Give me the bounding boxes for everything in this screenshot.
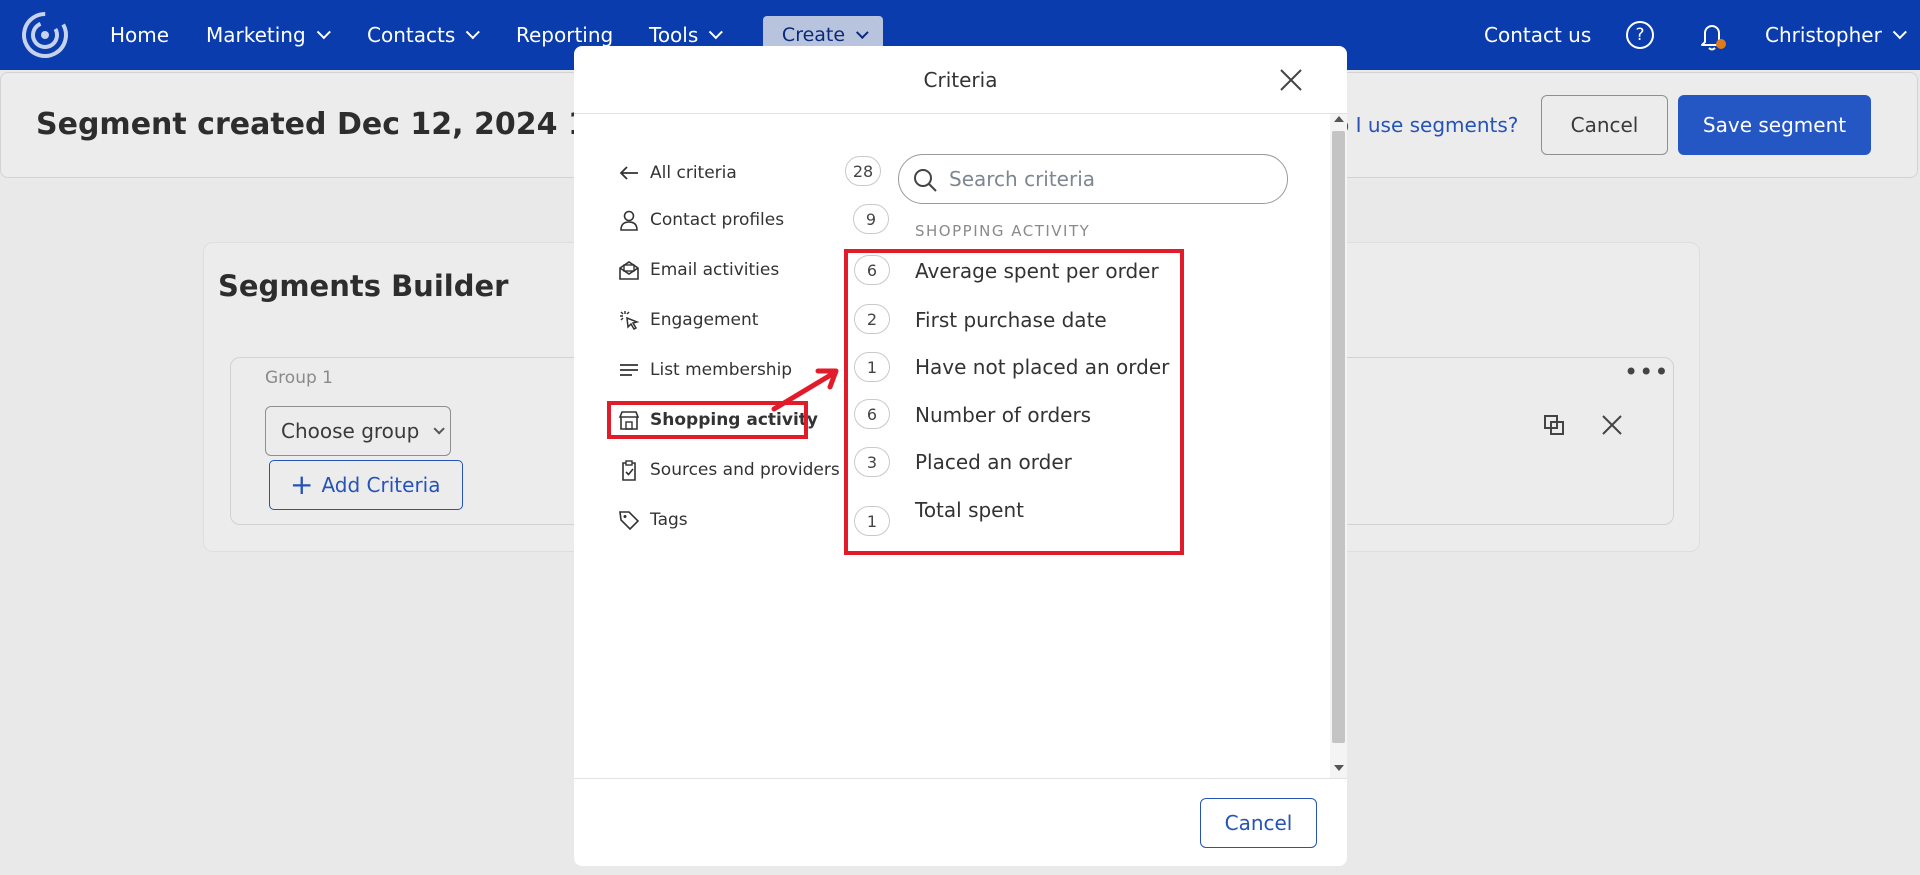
chevron-down-icon [856, 25, 869, 39]
nav-contacts[interactable]: Contacts [367, 0, 481, 70]
section-heading: SHOPPING ACTIVITY [915, 222, 1091, 240]
category-label: Contact profiles [650, 210, 785, 230]
category-list-membership[interactable]: List membership [618, 352, 792, 388]
category-tags[interactable]: Tags [618, 502, 688, 538]
nav-home-label: Home [110, 23, 170, 47]
nav-contacts-label: Contacts [367, 23, 456, 47]
category-label: Email activities [650, 260, 780, 280]
create-button-label: Create [781, 24, 846, 46]
notification-dot [1716, 39, 1726, 49]
category-label: All criteria [650, 163, 737, 183]
scroll-up-arrow-icon[interactable] [1334, 116, 1344, 122]
category-label: Tags [650, 510, 688, 530]
scroll-down-arrow-icon[interactable] [1334, 765, 1344, 771]
notification-bell-icon[interactable] [1697, 20, 1727, 52]
category-all-criteria[interactable]: All criteria [618, 155, 737, 191]
chevron-down-icon [709, 25, 724, 40]
annotation-arrow-icon [771, 368, 839, 412]
modal-title: Criteria [923, 68, 998, 92]
category-sources-and-providers[interactable]: Sources and providers [618, 452, 840, 488]
user-menu[interactable]: Christopher [1765, 0, 1907, 70]
help-icon[interactable]: ? [1626, 21, 1654, 49]
click-pointer-icon [618, 309, 640, 331]
category-label: Engagement [650, 310, 759, 330]
modal-scrollbar-thumb[interactable] [1332, 131, 1345, 743]
search-icon [914, 169, 937, 192]
nav-tools-label: Tools [649, 23, 699, 47]
category-count-badge: 28 [845, 156, 881, 186]
modal-divider [574, 778, 1347, 779]
nav-contact-us[interactable]: Contact us [1484, 0, 1591, 70]
help-glyph: ? [1635, 25, 1645, 45]
nav-marketing-label: Marketing [206, 23, 306, 47]
clipboard-check-icon [618, 459, 640, 481]
chevron-down-icon [316, 25, 331, 40]
nav-marketing[interactable]: Marketing [206, 0, 331, 70]
category-count-badge: 9 [853, 204, 889, 234]
nav-home[interactable]: Home [110, 0, 169, 70]
nav-reporting-label: Reporting [516, 23, 614, 47]
arrow-left-icon [618, 162, 640, 184]
email-open-icon [618, 259, 640, 281]
search-placeholder: Search criteria [949, 167, 1096, 191]
close-icon[interactable] [1277, 66, 1305, 94]
modal-cancel-button[interactable]: Cancel [1200, 798, 1317, 848]
user-name: Christopher [1765, 23, 1882, 47]
list-icon [618, 359, 640, 381]
category-email-activities[interactable]: Email activities [618, 252, 779, 288]
annotation-highlight-criteria-list [844, 249, 1184, 555]
contact-us-label: Contact us [1484, 23, 1592, 47]
person-icon [618, 209, 640, 231]
category-engagement[interactable]: Engagement [618, 302, 758, 338]
chevron-down-icon [1892, 25, 1907, 40]
chevron-down-icon [465, 25, 481, 40]
category-contact-profiles[interactable]: Contact profiles [618, 202, 784, 238]
tag-icon [618, 509, 640, 531]
category-label: Sources and providers [650, 460, 840, 480]
modal-divider [574, 113, 1347, 114]
brand-logo-icon[interactable] [20, 10, 70, 60]
search-criteria-input[interactable]: Search criteria [898, 154, 1288, 204]
